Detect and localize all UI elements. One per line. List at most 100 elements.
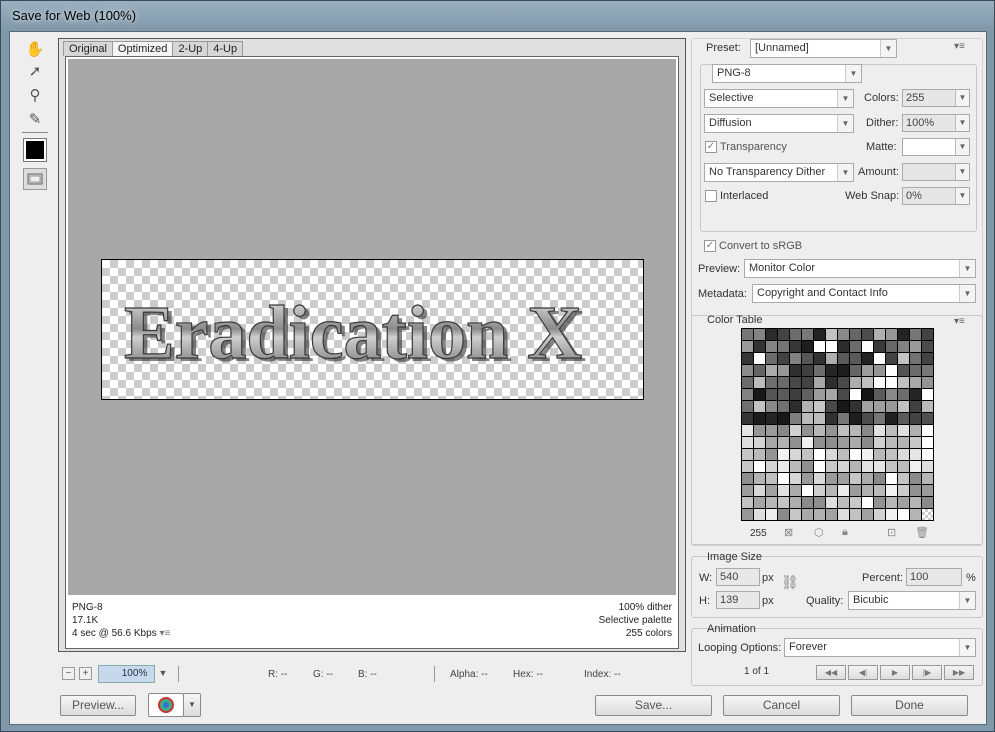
color-swatch[interactable] xyxy=(790,341,801,352)
image-canvas[interactable]: Eradication X Eradication X xyxy=(68,59,676,595)
color-swatch[interactable] xyxy=(766,365,777,376)
color-swatch[interactable] xyxy=(850,389,861,400)
color-swatch[interactable] xyxy=(778,413,789,424)
eyedropper-tool-icon[interactable]: ✎ xyxy=(24,108,46,130)
color-swatch[interactable] xyxy=(910,485,921,496)
color-swatch[interactable] xyxy=(910,449,921,460)
color-swatch[interactable] xyxy=(790,329,801,340)
color-swatch[interactable] xyxy=(886,413,897,424)
done-button[interactable]: Done xyxy=(851,695,968,716)
color-swatch[interactable] xyxy=(862,485,873,496)
color-swatch[interactable] xyxy=(814,509,825,520)
color-swatch[interactable] xyxy=(874,509,885,520)
color-swatch[interactable] xyxy=(802,485,813,496)
color-swatch[interactable] xyxy=(838,485,849,496)
color-swatch[interactable] xyxy=(874,365,885,376)
color-swatch[interactable] xyxy=(826,497,837,508)
color-swatch[interactable] xyxy=(862,461,873,472)
color-swatch[interactable] xyxy=(814,461,825,472)
color-swatch[interactable] xyxy=(826,329,837,340)
color-swatch[interactable] xyxy=(754,497,765,508)
color-swatch[interactable] xyxy=(898,365,909,376)
color-swatch[interactable] xyxy=(754,485,765,496)
color-swatch[interactable] xyxy=(922,401,933,412)
color-swatch[interactable] xyxy=(874,437,885,448)
color-swatch[interactable] xyxy=(862,497,873,508)
color-swatch[interactable] xyxy=(922,341,933,352)
color-swatch[interactable] xyxy=(802,377,813,388)
dither-input[interactable]: 100% ▼ xyxy=(902,114,970,132)
color-swatch[interactable] xyxy=(826,509,837,520)
color-swatch[interactable] xyxy=(886,389,897,400)
color-table-menu-icon[interactable]: ▾≡ xyxy=(954,316,965,327)
color-swatch[interactable] xyxy=(838,329,849,340)
color-swatch[interactable] xyxy=(826,437,837,448)
color-swatch[interactable] xyxy=(886,353,897,364)
color-swatch[interactable] xyxy=(826,389,837,400)
color-swatch[interactable] xyxy=(910,509,921,520)
metadata-select[interactable]: Copyright and Contact Info ▼ xyxy=(752,284,976,303)
color-swatch[interactable] xyxy=(850,329,861,340)
file-format-select[interactable]: PNG-8 ▼ xyxy=(712,64,862,83)
color-swatch[interactable] xyxy=(742,497,753,508)
color-swatch[interactable] xyxy=(790,509,801,520)
color-swatch[interactable] xyxy=(778,341,789,352)
percent-input[interactable]: 100 xyxy=(906,568,962,586)
color-swatch[interactable] xyxy=(802,365,813,376)
color-swatch[interactable] xyxy=(886,437,897,448)
color-swatch[interactable] xyxy=(802,329,813,340)
browser-menu-chevron-icon[interactable]: ▼ xyxy=(183,693,201,717)
color-swatch[interactable] xyxy=(874,485,885,496)
tab-original[interactable]: Original xyxy=(63,41,113,56)
color-swatch[interactable] xyxy=(874,401,885,412)
color-swatch[interactable] xyxy=(886,401,897,412)
lock-color-icon[interactable]: 🔒︎ xyxy=(842,526,848,539)
color-swatch[interactable] xyxy=(778,437,789,448)
color-swatch[interactable] xyxy=(826,365,837,376)
color-swatch[interactable] xyxy=(838,449,849,460)
color-swatch[interactable] xyxy=(898,437,909,448)
color-swatch[interactable] xyxy=(874,413,885,424)
color-swatch[interactable] xyxy=(886,461,897,472)
color-swatch[interactable] xyxy=(874,473,885,484)
color-swatch[interactable] xyxy=(838,437,849,448)
color-swatch[interactable] xyxy=(814,353,825,364)
color-swatch[interactable] xyxy=(778,377,789,388)
color-swatch[interactable] xyxy=(814,425,825,436)
color-swatch[interactable] xyxy=(850,437,861,448)
color-swatch[interactable] xyxy=(826,341,837,352)
color-swatch[interactable] xyxy=(742,449,753,460)
color-swatch[interactable] xyxy=(838,509,849,520)
color-swatch[interactable] xyxy=(862,449,873,460)
slice-select-tool-icon[interactable]: ➚ xyxy=(24,60,46,82)
color-swatch[interactable] xyxy=(910,473,921,484)
preview-color-select[interactable]: Monitor Color ▼ xyxy=(744,259,976,278)
eyedropper-color-swatch[interactable] xyxy=(23,138,47,162)
color-swatch[interactable] xyxy=(766,377,777,388)
color-swatch[interactable] xyxy=(922,473,933,484)
color-swatch[interactable] xyxy=(910,389,921,400)
color-swatch[interactable] xyxy=(778,353,789,364)
color-swatch[interactable] xyxy=(754,473,765,484)
zoom-tool-icon[interactable]: ⚲ xyxy=(24,84,46,106)
color-swatch[interactable] xyxy=(754,389,765,400)
color-swatch[interactable] xyxy=(898,353,909,364)
color-swatch[interactable] xyxy=(790,377,801,388)
color-swatch[interactable] xyxy=(778,473,789,484)
color-swatch[interactable] xyxy=(862,365,873,376)
convert-srgb-checkbox[interactable]: ✓ xyxy=(704,240,716,252)
new-color-icon[interactable]: ⊡ xyxy=(887,526,896,539)
color-swatch[interactable] xyxy=(922,437,933,448)
color-swatch[interactable] xyxy=(814,377,825,388)
color-swatch[interactable] xyxy=(886,509,897,520)
color-swatch[interactable] xyxy=(802,389,813,400)
color-swatch[interactable] xyxy=(790,425,801,436)
color-swatch[interactable] xyxy=(766,341,777,352)
color-swatch[interactable] xyxy=(766,449,777,460)
color-swatch[interactable] xyxy=(898,389,909,400)
zoom-in-button[interactable]: + xyxy=(79,667,92,680)
color-swatch[interactable] xyxy=(802,473,813,484)
transparency-checkbox[interactable]: ✓ xyxy=(705,141,717,153)
color-swatch[interactable] xyxy=(850,413,861,424)
color-swatch[interactable] xyxy=(766,509,777,520)
